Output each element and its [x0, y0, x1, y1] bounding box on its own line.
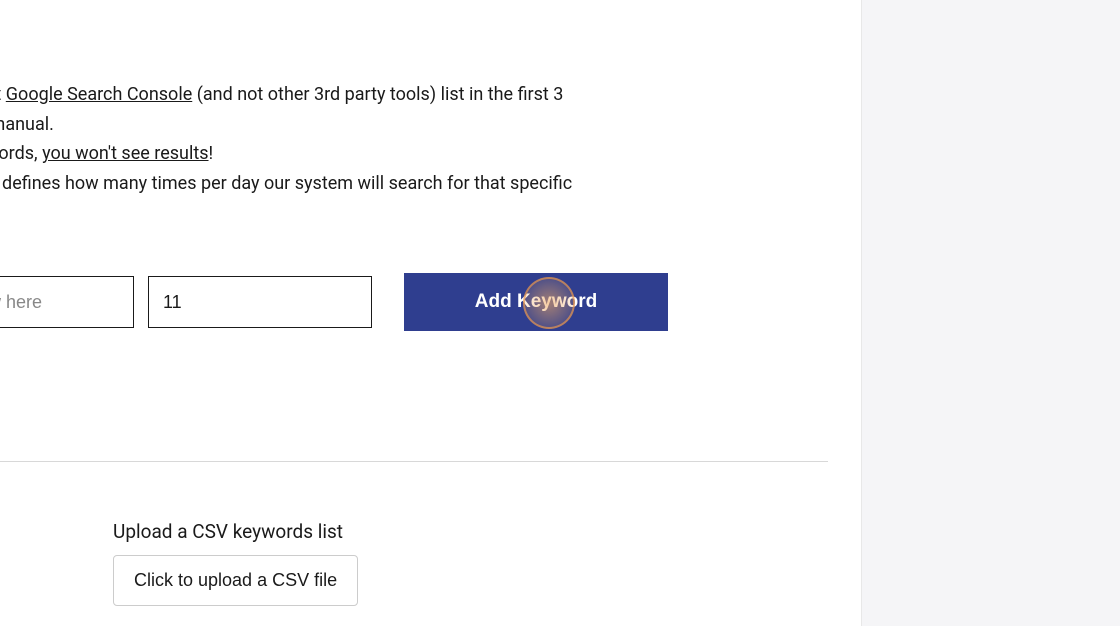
keyword-input-row: Add Keyword [0, 273, 668, 331]
instruction-line-3-underline: you won't see results [42, 143, 208, 164]
instruction-line-2: in our manual. [0, 110, 760, 140]
frequency-input[interactable] [148, 276, 372, 328]
google-search-console-link[interactable]: Google Search Console [6, 84, 192, 105]
upload-csv-button[interactable]: Click to upload a CSV file [113, 555, 358, 606]
keyword-input[interactable] [0, 276, 134, 328]
instructions-text: rds that Google Search Console (and not … [0, 80, 760, 199]
instruction-line-1-suffix: (and not other 3rd party tools) list in … [192, 84, 563, 105]
main-content-panel: rds that Google Search Console (and not … [0, 0, 862, 626]
instruction-line-3-prefix: w keywords, [0, 143, 42, 164]
upload-section: Upload a CSV keywords list Click to uplo… [113, 520, 358, 606]
upload-label: Upload a CSV keywords list [113, 520, 358, 543]
instruction-line-3-suffix: ! [209, 143, 214, 164]
instruction-line-3: w keywords, you won't see results! [0, 139, 760, 169]
instruction-line-1: rds that Google Search Console (and not … [0, 80, 760, 110]
add-keyword-button[interactable]: Add Keyword [404, 273, 668, 331]
section-divider [0, 461, 828, 462]
instruction-line-4: quency defines how many times per day ou… [0, 169, 760, 199]
right-side-panel [862, 0, 1120, 626]
